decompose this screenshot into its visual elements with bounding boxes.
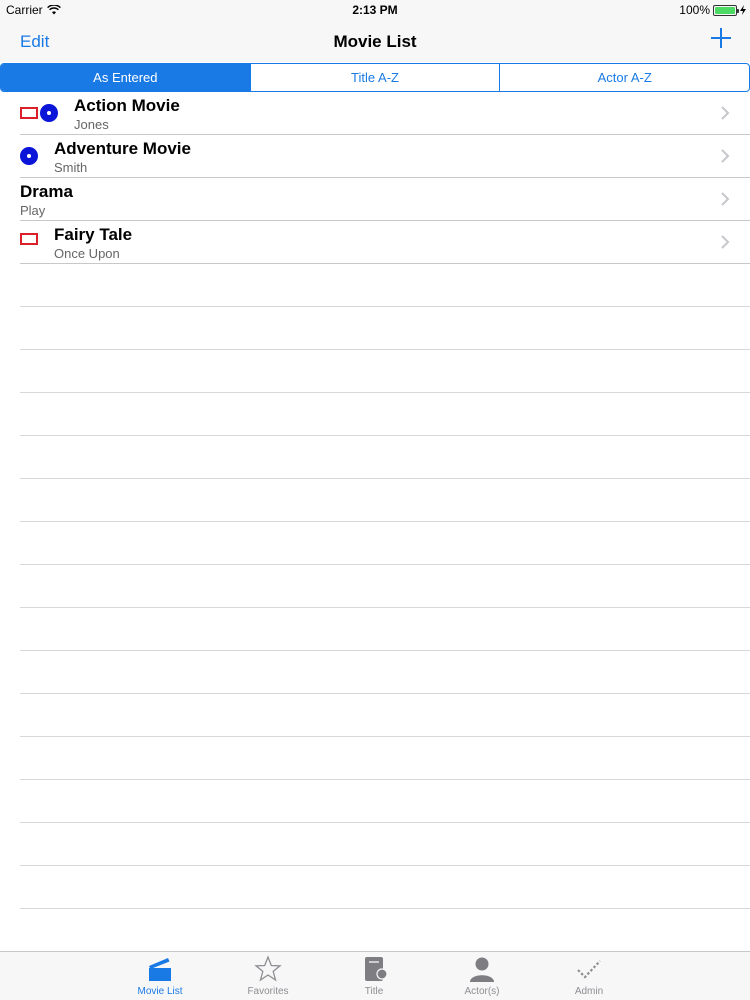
empty-row-separator bbox=[20, 780, 750, 823]
clapperboard-icon bbox=[149, 958, 171, 981]
table-row[interactable]: Drama Play bbox=[20, 178, 750, 221]
movie-actor: Play bbox=[20, 203, 46, 218]
table-row[interactable]: Fairy Tale Once Upon bbox=[20, 221, 750, 264]
status-right: 100% bbox=[679, 3, 746, 17]
star-icon bbox=[254, 955, 282, 982]
table-row[interactable]: Action Movie Jones bbox=[20, 92, 750, 135]
empty-row-separator bbox=[20, 823, 750, 866]
tab-movie-list[interactable]: Movie List bbox=[120, 952, 200, 1000]
status-time: 2:13 PM bbox=[352, 3, 398, 17]
chevron-right-icon bbox=[721, 235, 730, 249]
tab-actors[interactable]: Actor(s) bbox=[442, 952, 522, 1000]
empty-row-separator bbox=[20, 737, 750, 780]
sort-segmented-control: As Entered Title A-Z Actor A-Z bbox=[0, 63, 750, 92]
chevron-right-icon bbox=[721, 149, 730, 163]
checkmark-icon bbox=[577, 960, 601, 979]
chevron-right-icon bbox=[721, 192, 730, 206]
book-icon bbox=[365, 957, 388, 981]
row-icons bbox=[20, 147, 38, 165]
empty-row-separator bbox=[20, 866, 750, 909]
empty-table-area bbox=[0, 264, 750, 952]
movie-table: Action Movie Jones Adventure Movie Smith… bbox=[0, 92, 750, 952]
table-row[interactable]: Adventure Movie Smith bbox=[20, 135, 750, 178]
empty-row-separator bbox=[20, 909, 750, 952]
segment-as-entered[interactable]: As Entered bbox=[1, 64, 250, 91]
charging-icon bbox=[740, 5, 746, 15]
navigation-bar: Edit Movie List bbox=[0, 22, 750, 62]
empty-row-separator bbox=[20, 350, 750, 393]
empty-row-separator bbox=[20, 307, 750, 350]
tape-icon bbox=[20, 107, 38, 119]
tab-title[interactable]: Title bbox=[334, 952, 414, 1000]
movie-title: Action Movie bbox=[74, 96, 180, 115]
tape-icon bbox=[20, 233, 38, 245]
tab-admin[interactable]: Admin bbox=[549, 952, 629, 1000]
empty-row-separator bbox=[20, 651, 750, 694]
row-icons bbox=[20, 104, 58, 122]
movie-actor: Once Upon bbox=[54, 246, 120, 261]
tab-label: Actor(s) bbox=[464, 986, 500, 997]
empty-row-separator bbox=[20, 608, 750, 651]
tab-bar: Movie List Favorites Title Actor(s) Admi… bbox=[0, 951, 750, 1000]
movie-title: Drama bbox=[20, 182, 73, 201]
chevron-right-icon bbox=[721, 106, 730, 120]
battery-icon bbox=[713, 4, 739, 16]
empty-row-separator bbox=[20, 393, 750, 436]
status-bar: Carrier 2:13 PM 100% bbox=[0, 0, 750, 22]
plus-icon[interactable] bbox=[710, 27, 732, 49]
tab-label: Favorites bbox=[247, 986, 289, 997]
person-icon bbox=[470, 957, 494, 982]
empty-row-separator bbox=[20, 479, 750, 522]
battery-percent: 100% bbox=[679, 3, 710, 17]
segment-actor-az[interactable]: Actor A-Z bbox=[499, 64, 749, 91]
empty-row-separator bbox=[20, 522, 750, 565]
row-icons bbox=[20, 233, 38, 245]
empty-row-separator bbox=[20, 436, 750, 479]
movie-title: Adventure Movie bbox=[54, 139, 191, 158]
movie-actor: Smith bbox=[54, 160, 88, 175]
tab-label: Movie List bbox=[137, 986, 183, 997]
movie-title: Fairy Tale bbox=[54, 225, 133, 244]
empty-row-separator bbox=[20, 565, 750, 608]
movie-actor: Jones bbox=[74, 117, 109, 132]
page-title: Movie List bbox=[333, 32, 417, 51]
empty-row-separator bbox=[20, 694, 750, 737]
empty-row-separator bbox=[20, 264, 750, 307]
disc-icon bbox=[20, 147, 38, 165]
segment-title-az[interactable]: Title A-Z bbox=[249, 64, 500, 91]
disc-icon bbox=[40, 104, 58, 122]
tab-label: Title bbox=[364, 986, 384, 997]
tab-label: Admin bbox=[574, 986, 604, 997]
tab-favorites[interactable]: Favorites bbox=[228, 952, 308, 1000]
battery-fill bbox=[715, 6, 735, 14]
